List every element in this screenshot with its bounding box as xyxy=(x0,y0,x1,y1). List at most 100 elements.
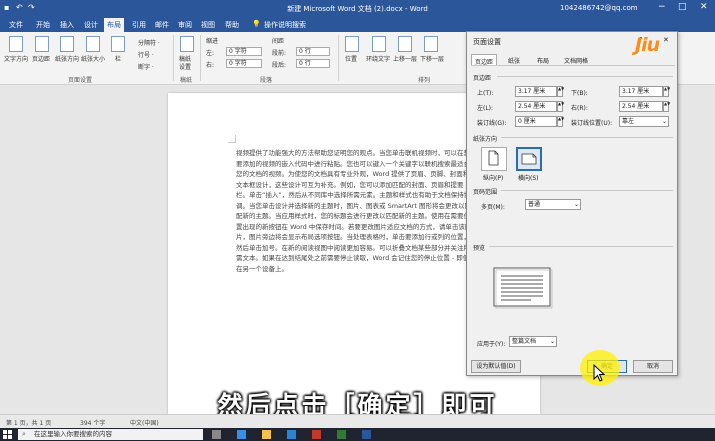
position-icon[interactable] xyxy=(345,36,359,52)
margins-icon[interactable] xyxy=(35,36,49,52)
multiple-pages-select[interactable]: 普通 ⌄ xyxy=(525,199,581,210)
set-default-button[interactable]: 设为默认值(D) xyxy=(471,360,521,373)
indent-left-input[interactable]: 0 字符 xyxy=(226,47,262,56)
draft-paper-icon[interactable] xyxy=(180,36,194,52)
app-icon[interactable] xyxy=(312,430,321,439)
maximize-button[interactable]: □ xyxy=(678,2,687,12)
dialog-tab-grid[interactable]: 文档网格 xyxy=(561,54,591,65)
spacing-before-input[interactable]: 0 行 xyxy=(296,47,330,56)
word-taskbar-icon[interactable] xyxy=(362,430,371,439)
section-rule xyxy=(489,246,673,247)
page-setup-dialog: 页面设置 ? ✕ 页边距 纸张 布局 文档网格 页边距 上(T): 3.17 厘… xyxy=(466,31,678,376)
indent-right-input[interactable]: 0 字符 xyxy=(226,59,262,68)
text-direction-icon[interactable] xyxy=(9,36,23,52)
minimize-button[interactable]: − xyxy=(658,2,666,12)
wrap-text-button[interactable]: 环绕文字 xyxy=(366,54,390,63)
bottom-margin-input[interactable]: 3.17 厘米 xyxy=(619,86,663,97)
cancel-button[interactable]: 取消 xyxy=(633,360,673,373)
dialog-close-icon[interactable]: ✕ xyxy=(663,36,669,44)
apply-to-value: 整篇文档 xyxy=(512,338,537,345)
landscape-option[interactable] xyxy=(516,147,542,171)
multiple-pages-value: 普通 xyxy=(528,201,541,208)
tab-home[interactable]: 开始 xyxy=(36,20,50,30)
line-numbers-button[interactable]: 行号 · xyxy=(138,50,154,59)
multiple-pages-label: 多页(M): xyxy=(481,204,505,211)
task-view-icon[interactable] xyxy=(212,430,221,439)
spacing-after-input[interactable]: 0 行 xyxy=(296,59,330,68)
hyphenation-button[interactable]: 断字 · xyxy=(138,62,154,71)
top-margin-spinner[interactable]: ▲▼ xyxy=(557,86,564,97)
gutter-input[interactable]: 0 厘米 xyxy=(515,116,557,127)
language-status[interactable]: 中文(中国) xyxy=(130,418,159,427)
wrap-text-icon[interactable] xyxy=(372,36,386,52)
browser-icon[interactable] xyxy=(237,430,246,439)
send-backward-button[interactable]: 下移一层 xyxy=(420,54,444,63)
dialog-title: 页面设置 xyxy=(473,38,501,46)
portrait-label[interactable]: 纵向(P) xyxy=(483,173,503,182)
breaks-button[interactable]: 分隔符 · xyxy=(138,38,160,47)
pages-section-label: 页码范围 xyxy=(473,189,498,196)
separator xyxy=(173,35,174,81)
orientation-button[interactable]: 纸张方向 xyxy=(55,54,79,63)
tab-references[interactable]: 引用 xyxy=(132,20,146,30)
separator xyxy=(338,35,339,81)
tab-insert[interactable]: 插入 xyxy=(60,20,74,30)
send-backward-icon[interactable] xyxy=(424,36,438,52)
indent-left-label: 左: xyxy=(206,50,215,57)
gutter-position-label: 装订线位置(U): xyxy=(571,120,613,127)
top-margin-label: 上(T): xyxy=(477,90,494,97)
apply-to-select[interactable]: 整篇文档 ⌄ xyxy=(509,336,557,347)
app-icon[interactable] xyxy=(337,430,346,439)
section-rule xyxy=(501,190,673,191)
spacing-title: 间距 xyxy=(272,38,285,45)
tab-help[interactable]: 帮助 xyxy=(225,20,239,30)
tell-me-search[interactable]: 操作说明搜索 xyxy=(264,20,306,30)
landscape-label[interactable]: 横向(S) xyxy=(518,173,539,182)
page-preview-image xyxy=(493,267,553,309)
gutter-position-select[interactable]: 靠左 ⌄ xyxy=(619,116,669,127)
word-count-status[interactable]: 394 个字 xyxy=(80,418,105,427)
user-account[interactable]: 1042486742@qq.com xyxy=(560,4,638,12)
tab-review[interactable]: 审阅 xyxy=(178,20,192,30)
orientation-icon[interactable] xyxy=(60,36,74,52)
tab-layout[interactable]: 布局 xyxy=(104,18,124,32)
section-rule xyxy=(501,137,673,138)
left-margin-input[interactable]: 2.54 厘米 xyxy=(515,101,557,112)
bottom-margin-label: 下(B): xyxy=(571,90,588,97)
left-margin-spinner[interactable]: ▲▼ xyxy=(557,101,564,112)
page-count-status[interactable]: 第 1 页，共 1 页 xyxy=(6,418,51,427)
windows-start-icon[interactable] xyxy=(3,430,12,439)
text-direction-button[interactable]: 文字方向 xyxy=(4,54,28,63)
mail-icon[interactable] xyxy=(287,430,296,439)
close-button[interactable]: ✕ xyxy=(700,2,708,12)
dialog-tab-margins[interactable]: 页边距 xyxy=(471,54,498,66)
tab-file[interactable]: 文件 xyxy=(9,20,23,30)
columns-icon[interactable] xyxy=(111,36,125,52)
preview-section-label: 预览 xyxy=(473,245,486,252)
margins-button[interactable]: 页边距 xyxy=(32,54,50,63)
document-body-text[interactable]: 视频提供了功能强大的方法帮助您证明您的观点。当您单击联机视频时，可以在想要添加的… xyxy=(236,148,473,278)
bring-forward-button[interactable]: 上移一层 xyxy=(393,54,417,63)
size-icon[interactable] xyxy=(86,36,100,52)
size-button[interactable]: 纸张大小 xyxy=(81,54,105,63)
dialog-tab-layout[interactable]: 布局 xyxy=(534,54,552,65)
portrait-option[interactable] xyxy=(481,147,507,171)
bottom-margin-spinner[interactable]: ▲▼ xyxy=(663,86,670,97)
tab-mailings[interactable]: 邮件 xyxy=(155,20,169,30)
tab-design[interactable]: 设计 xyxy=(84,20,98,30)
top-margin-input[interactable]: 3.17 厘米 xyxy=(515,86,557,97)
gutter-spinner[interactable]: ▲▼ xyxy=(557,116,564,127)
bring-forward-icon[interactable] xyxy=(398,36,412,52)
taskbar-search-input[interactable]: 在这里输入你要搜索的内容 xyxy=(18,429,203,440)
columns-button[interactable]: 栏 xyxy=(115,54,121,63)
watermark-logo: Jiu xyxy=(635,34,660,56)
dialog-tab-paper[interactable]: 纸张 xyxy=(505,54,523,65)
tab-view[interactable]: 视图 xyxy=(201,20,215,30)
position-button[interactable]: 位置 xyxy=(345,54,357,63)
folder-icon[interactable] xyxy=(262,430,271,439)
right-margin-input[interactable]: 2.54 厘米 xyxy=(619,101,663,112)
right-margin-spinner[interactable]: ▲▼ xyxy=(663,101,670,112)
section-rule xyxy=(497,76,673,77)
left-margin-label: 左(L): xyxy=(477,105,494,112)
draft-paper-line2[interactable]: 设置 xyxy=(179,62,191,71)
